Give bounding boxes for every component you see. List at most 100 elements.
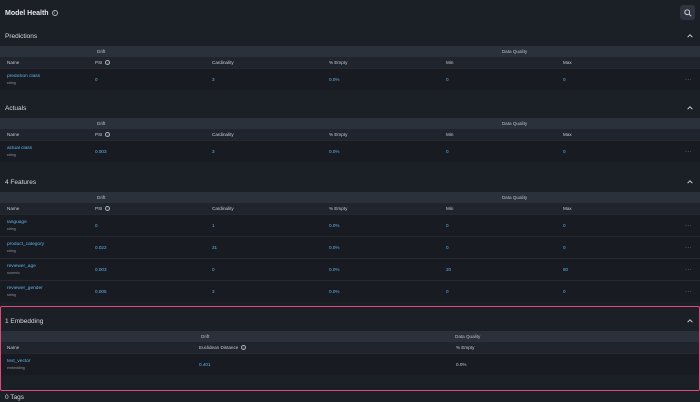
feature-link[interactable]: actual class [7, 146, 88, 151]
info-icon[interactable]: i [241, 345, 247, 351]
feature-type: string [7, 248, 16, 253]
min-value[interactable]: 0 [439, 77, 556, 82]
group-header-row: Drift Data Quality [0, 331, 700, 342]
group-drift: Drift [97, 195, 106, 200]
feature-link[interactable]: language [7, 220, 88, 225]
col-euclidean-distance[interactable]: Euclidean Distance i [192, 345, 449, 351]
col-empty[interactable]: % Empty [322, 132, 439, 137]
column-header-row: Name PSI i Cardinality % Empty Min Max [0, 57, 700, 68]
distance-value[interactable]: 0.401 [192, 362, 449, 367]
col-cardinality[interactable]: Cardinality [205, 206, 322, 211]
group-data-quality: Data Quality [501, 121, 528, 126]
col-max[interactable]: Max [556, 60, 673, 65]
chevron-up-icon[interactable] [686, 104, 694, 112]
empty-value[interactable]: 0.0% [322, 149, 439, 154]
cardinality-value[interactable]: 3 [205, 77, 322, 82]
psi-value[interactable]: 0.003 [88, 267, 205, 272]
section-title: Actuals [5, 104, 27, 112]
column-header-row: Name PSI i Cardinality % Empty Min Max [0, 203, 700, 214]
max-value[interactable]: 0 [556, 149, 673, 154]
feature-type: string [7, 292, 16, 297]
empty-value[interactable]: 0.0% [322, 267, 439, 272]
col-empty[interactable]: % Empty [322, 60, 439, 65]
col-name[interactable]: Name [0, 206, 88, 211]
search-button[interactable] [680, 5, 695, 20]
group-header-row: Drift Data Quality [0, 118, 700, 129]
feature-link[interactable]: reviewer_age [7, 264, 88, 269]
psi-value[interactable]: 0 [88, 223, 205, 228]
max-value[interactable]: 0 [556, 77, 673, 82]
psi-value[interactable]: 0.003 [88, 149, 205, 154]
max-value[interactable]: 80 [556, 267, 673, 272]
more-options-icon[interactable]: ··· [673, 245, 700, 251]
col-name[interactable]: Name [0, 132, 88, 137]
col-min[interactable]: Min [439, 60, 556, 65]
col-max[interactable]: Max [556, 132, 673, 137]
col-name[interactable]: Name [0, 60, 88, 65]
min-value[interactable]: 0 [439, 223, 556, 228]
empty-value[interactable]: 0.0% [322, 289, 439, 294]
feature-type: string [7, 226, 16, 231]
embedding-link[interactable]: text_vector [7, 359, 192, 364]
psi-value[interactable]: 0.005 [88, 289, 205, 294]
col-psi[interactable]: PSI i [88, 132, 205, 138]
group-header-row: Drift Data Quality [0, 192, 700, 203]
embedding-header[interactable]: 1 Embedding [0, 311, 700, 331]
col-psi[interactable]: PSI i [88, 206, 205, 212]
features-header[interactable]: 4 Features [0, 172, 700, 192]
psi-value[interactable]: 0 [88, 77, 205, 82]
max-value[interactable]: 0 [556, 245, 673, 250]
min-value[interactable]: 0 [439, 245, 556, 250]
col-empty[interactable]: % Empty [449, 345, 694, 350]
predictions-header[interactable]: Predictions [0, 26, 700, 46]
tags-header[interactable]: 0 Tags [0, 392, 700, 402]
more-options-icon[interactable]: ··· [673, 267, 700, 273]
feature-link[interactable]: prediction class [7, 74, 88, 79]
more-options-icon[interactable]: ··· [673, 149, 700, 155]
col-min[interactable]: Min [439, 206, 556, 211]
col-min[interactable]: Min [439, 132, 556, 137]
feature-link[interactable]: product_category [7, 242, 88, 247]
cardinality-value[interactable]: 3 [205, 149, 322, 154]
more-options-icon[interactable]: ··· [673, 289, 700, 295]
column-header-row: Name PSI i Cardinality % Empty Min Max [0, 129, 700, 140]
empty-value[interactable]: 0.0% [322, 223, 439, 228]
table-row: language string 0 1 0.0% 0 0 ··· [0, 214, 700, 236]
cardinality-value[interactable]: 1 [205, 223, 322, 228]
feature-link[interactable]: reviewer_gender [7, 286, 88, 291]
actuals-section: Actuals Drift Data Quality Name PSI i Car… [0, 98, 700, 162]
page-title: Model Health [5, 9, 49, 17]
empty-value[interactable]: 0.0% [322, 245, 439, 250]
features-section: 4 Features Drift Data Quality Name PSI i … [0, 172, 700, 302]
cardinality-value[interactable]: 3 [205, 289, 322, 294]
psi-value[interactable]: 0.022 [88, 245, 205, 250]
col-empty[interactable]: % Empty [322, 206, 439, 211]
min-value[interactable]: 0 [439, 289, 556, 294]
info-icon[interactable]: i [105, 60, 111, 66]
info-icon[interactable]: i [51, 10, 58, 16]
info-icon[interactable]: i [105, 132, 111, 138]
actuals-header[interactable]: Actuals [0, 98, 700, 118]
more-options-icon[interactable]: ··· [673, 223, 700, 229]
max-value[interactable]: 0 [556, 289, 673, 294]
chevron-up-icon[interactable] [686, 317, 694, 325]
chevron-up-icon[interactable] [686, 32, 694, 40]
cardinality-value[interactable]: 31 [205, 245, 322, 250]
max-value[interactable]: 0 [556, 223, 673, 228]
min-value[interactable]: 0 [439, 149, 556, 154]
col-cardinality[interactable]: Cardinality [205, 132, 322, 137]
section-title: Predictions [5, 32, 38, 40]
empty-value[interactable]: 0.0% [322, 77, 439, 82]
table-row: reviewer_age numeric 0.003 0 0.0% 20 80 ·… [0, 258, 700, 280]
info-icon[interactable]: i [105, 206, 111, 212]
group-data-quality: Data Quality [501, 49, 528, 54]
more-options-icon[interactable]: ··· [673, 77, 700, 83]
min-value[interactable]: 20 [439, 267, 556, 272]
chevron-up-icon[interactable] [686, 178, 694, 186]
cardinality-value[interactable]: 0 [205, 267, 322, 272]
col-psi[interactable]: PSI i [88, 60, 205, 66]
col-cardinality[interactable]: Cardinality [205, 60, 322, 65]
col-max[interactable]: Max [556, 206, 673, 211]
group-data-quality: Data Quality [501, 195, 528, 200]
col-name[interactable]: Name [0, 345, 192, 350]
